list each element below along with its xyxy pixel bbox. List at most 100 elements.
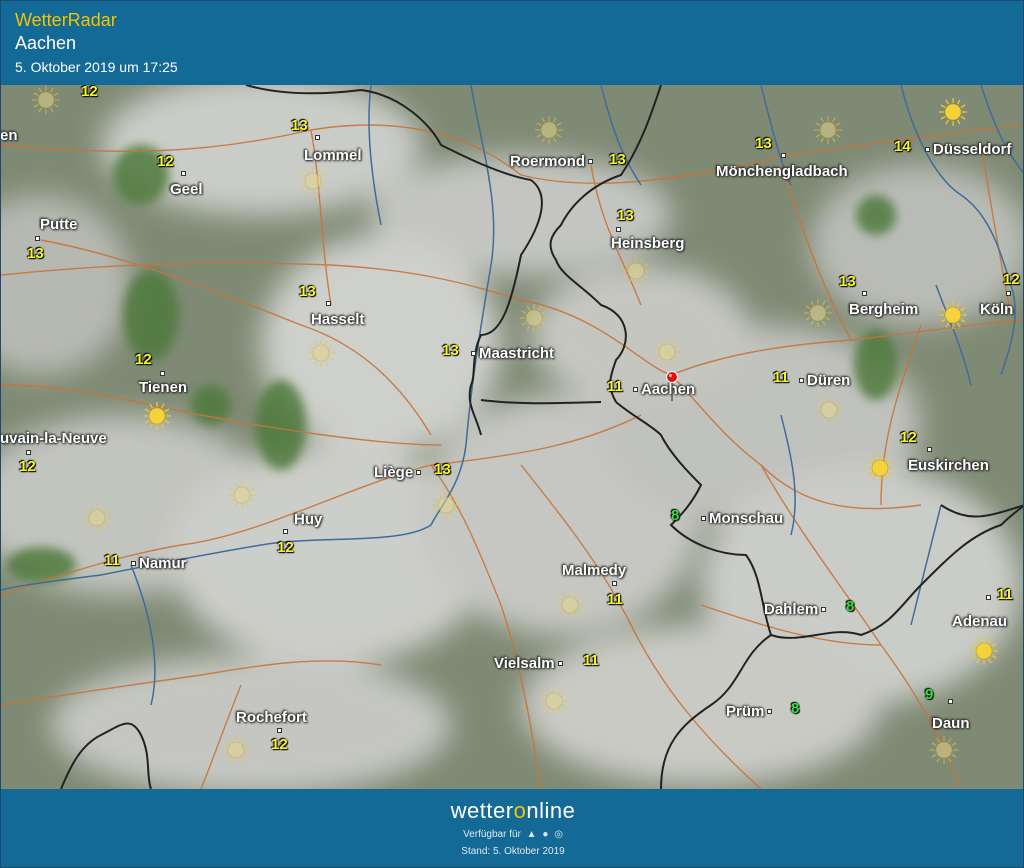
- data-stand: Stand: 5. Oktober 2019: [461, 846, 565, 857]
- city-maastricht[interactable]: Maastricht: [471, 345, 557, 362]
- temp-namur: 11: [104, 552, 120, 569]
- city-huy[interactable]: Huy: [291, 511, 325, 528]
- city-putte[interactable]: Putte: [37, 216, 81, 233]
- city-marker: [471, 351, 476, 356]
- city-name: Tienen: [139, 379, 188, 396]
- city-marker: [181, 171, 186, 176]
- city-bergheim[interactable]: Bergheim: [846, 291, 921, 318]
- city-euskirchen[interactable]: Euskirchen: [905, 447, 992, 474]
- city-adenau[interactable]: Adenau: [949, 613, 1010, 630]
- map-background: [1, 85, 1023, 789]
- city-malmedy[interactable]: Malmedy: [559, 562, 629, 579]
- city-name: Hasselt: [311, 311, 365, 328]
- city-name: Monschau: [709, 510, 784, 527]
- wetteronline-logo[interactable]: wetteronline: [1, 798, 1023, 824]
- city-name: Adenau: [952, 613, 1008, 630]
- city-hasselt[interactable]: Hasselt: [308, 301, 367, 328]
- city-partial-left[interactable]: en: [1, 127, 21, 144]
- android-icon[interactable]: ▲: [527, 829, 537, 840]
- timestamp: 5. Oktober 2019 um 17:25: [15, 59, 178, 75]
- footer: wetteronline Verfügbar für ▲ ● ◎ Stand: …: [1, 789, 1023, 867]
- temp-adenau: 11: [997, 586, 1013, 603]
- sun-icon: [520, 304, 548, 332]
- city-roermond[interactable]: Roermond: [507, 153, 593, 170]
- city-dueren[interactable]: Düren: [799, 372, 853, 389]
- weather-map[interactable]: Lommel 13 Roermond 13 Mönchengladbach 13…: [1, 85, 1023, 789]
- header: WetterRadar Aachen 5. Oktober 2019 um 17…: [1, 1, 1023, 85]
- city-marker: [283, 529, 288, 534]
- temp-louvain-la-neuve: 12: [19, 458, 36, 475]
- city-marker: [948, 699, 953, 704]
- city-vielsalm[interactable]: Vielsalm: [491, 655, 563, 672]
- sun-icon: [653, 338, 681, 366]
- sun-icon: [307, 339, 335, 367]
- city-duesseldorf[interactable]: Düsseldorf: [925, 141, 1014, 158]
- location-name: Aachen: [15, 33, 77, 53]
- city-tienen[interactable]: Tienen: [136, 371, 190, 396]
- city-name: Geel: [170, 181, 203, 198]
- city-name: Dahlem: [764, 601, 819, 618]
- city-name: Mönchengladbach: [716, 163, 848, 180]
- city-marker: [986, 595, 991, 600]
- city-moenchengladbach[interactable]: Mönchengladbach: [713, 153, 851, 180]
- location-pin-icon[interactable]: [665, 371, 679, 401]
- city-name: uvain-la-Neuve: [1, 430, 107, 447]
- city-lommel[interactable]: Lommel: [301, 135, 365, 164]
- temp-bergheim: 13: [839, 273, 856, 290]
- city-name: Euskirchen: [908, 457, 989, 474]
- city-name: en: [1, 127, 18, 144]
- temp-koeln: 12: [1003, 271, 1020, 288]
- temp-malmedy: 11: [607, 591, 623, 608]
- city-name: Vielsalm: [494, 655, 555, 672]
- temp-putte: 13: [27, 245, 44, 262]
- city-marker: [633, 387, 638, 392]
- city-marker: [612, 581, 617, 586]
- city-name: Namur: [139, 555, 187, 572]
- city-marker: [701, 516, 706, 521]
- city-pruem[interactable]: Prüm: [723, 703, 773, 720]
- city-name: Malmedy: [562, 562, 627, 579]
- apple-icon[interactable]: ●: [542, 829, 548, 840]
- city-name: Rochefort: [236, 709, 307, 726]
- city-name: Maastricht: [479, 345, 555, 362]
- sun-icon: [939, 301, 967, 329]
- available-for: Verfügbar für ▲ ● ◎: [1, 829, 1023, 840]
- city-name: Daun: [932, 715, 970, 732]
- sun-icon: [930, 736, 958, 764]
- city-marker: [315, 135, 320, 140]
- city-daun[interactable]: Daun: [929, 715, 973, 732]
- sun-icon: [814, 116, 842, 144]
- temp-euskirchen: 12: [900, 429, 917, 446]
- city-louvain-la-neuve[interactable]: uvain-la-Neuve: [1, 430, 110, 447]
- city-liege[interactable]: Liège: [371, 464, 422, 481]
- sun-icon: [299, 167, 327, 195]
- city-name: Putte: [40, 216, 78, 233]
- city-marker: [799, 378, 804, 383]
- app-frame: WetterRadar Aachen 5. Oktober 2019 um 17…: [0, 0, 1024, 868]
- temp-liege: 13: [434, 461, 451, 478]
- city-marker: [767, 709, 773, 714]
- city-rochefort[interactable]: Rochefort: [233, 709, 310, 726]
- city-marker: [160, 371, 165, 376]
- temp-vielsalm: 11: [583, 652, 599, 669]
- city-namur[interactable]: Namur: [131, 555, 190, 572]
- temp-roermond: 13: [609, 151, 626, 168]
- city-marker: [326, 301, 331, 306]
- temp-lommel: 13: [291, 117, 308, 134]
- temp-dahlem: 8: [846, 598, 855, 615]
- city-marker: [925, 147, 930, 152]
- sun-icon: [540, 687, 568, 715]
- temp-daun: 9: [925, 686, 934, 703]
- city-koeln[interactable]: Köln: [977, 301, 1016, 318]
- city-monschau[interactable]: Monschau: [701, 510, 786, 527]
- city-heinsberg[interactable]: Heinsberg: [608, 227, 687, 252]
- city-geel[interactable]: Geel: [167, 171, 206, 198]
- sun-icon: [556, 591, 584, 619]
- web-icon[interactable]: ◎: [554, 829, 563, 840]
- city-dahlem[interactable]: Dahlem: [761, 601, 827, 618]
- temp-duesseldorf: 14: [894, 138, 911, 155]
- temp-dueren: 11: [773, 369, 789, 386]
- temp-geel: 12: [157, 153, 174, 170]
- sun-icon: [804, 299, 832, 327]
- city-marker: [781, 153, 786, 158]
